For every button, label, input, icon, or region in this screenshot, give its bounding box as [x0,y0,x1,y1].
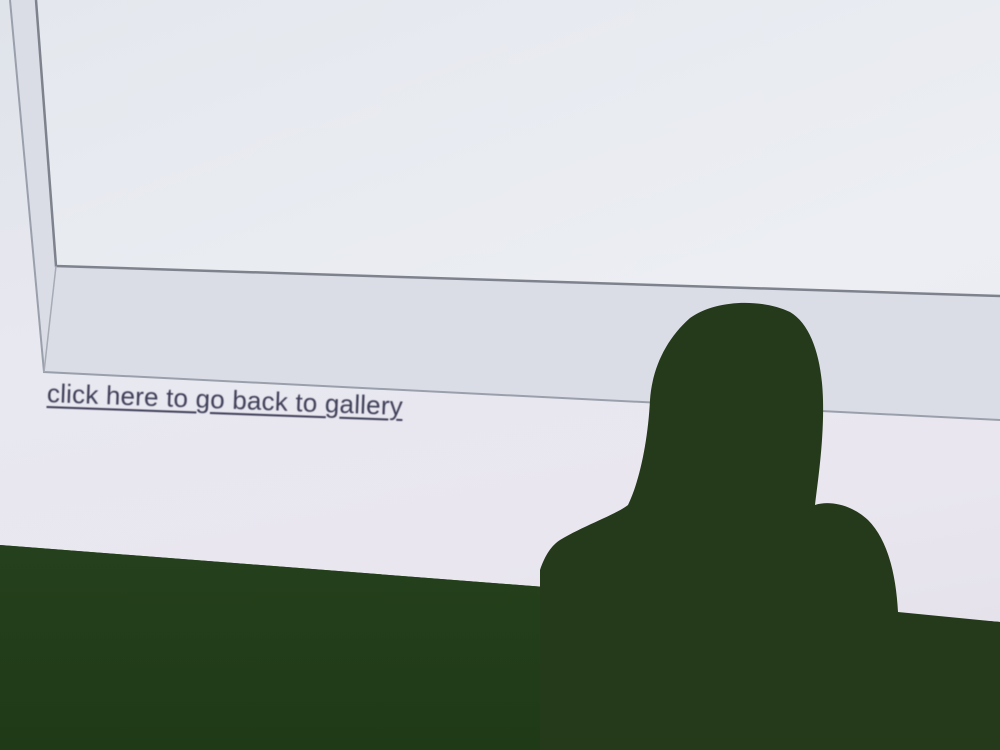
photo-scene: click here to go back to gallery [0,0,1000,750]
